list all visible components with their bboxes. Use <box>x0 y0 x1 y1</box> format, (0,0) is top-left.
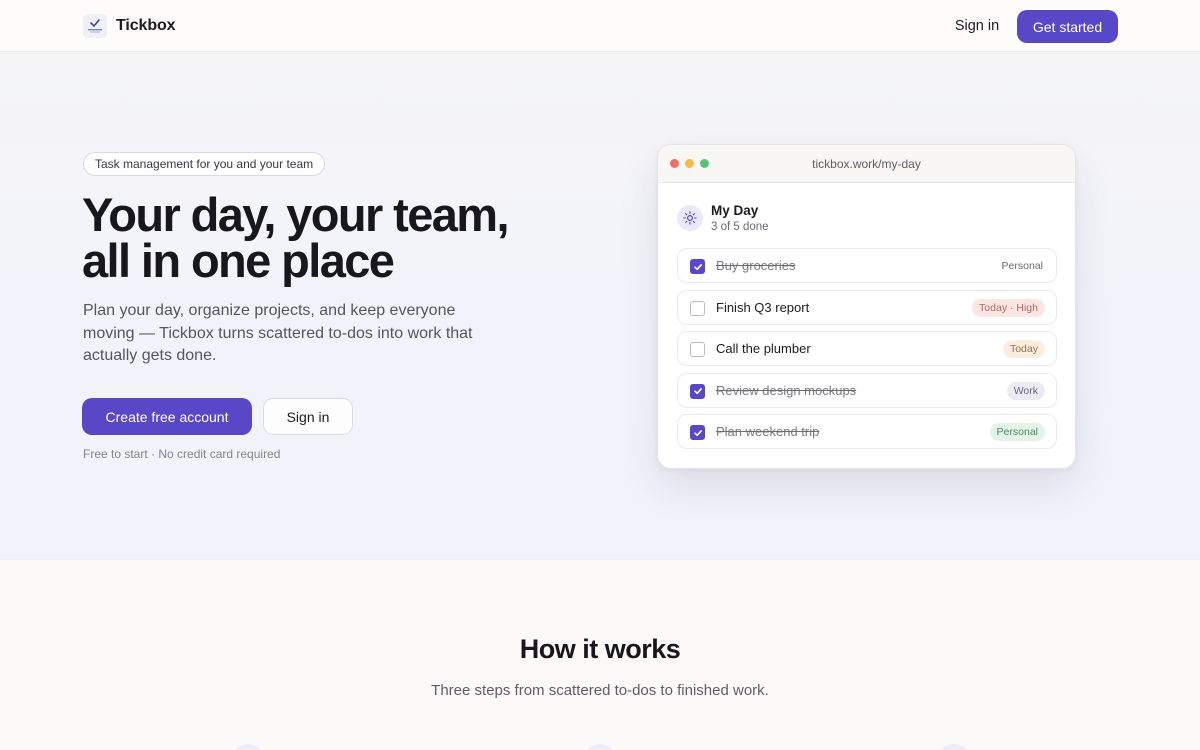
task-label: Call the plumber <box>716 341 811 357</box>
list-progress: 3 of 5 done <box>711 221 769 233</box>
headline-line-1: Your day, your team, <box>82 188 510 241</box>
get-started-button[interactable]: Get started <box>1017 10 1118 43</box>
task-label: Review design mockups <box>716 382 857 398</box>
brand[interactable]: Tickbox <box>83 14 176 38</box>
task-tag: Personal <box>999 257 1045 275</box>
task-list: Buy groceries Personal Finish Q3 report … <box>677 248 1057 456</box>
sun-icon <box>677 205 703 231</box>
task-checkbox[interactable] <box>690 342 705 358</box>
task-tag: Today · High <box>972 298 1045 317</box>
window-titlebar: tickbox.work/my-day <box>658 145 1075 183</box>
my-day-header: My Day 3 of 5 done <box>677 203 769 235</box>
task-tag: Work <box>1006 381 1045 400</box>
checkmark-icon <box>693 388 702 395</box>
task-checkbox[interactable] <box>690 300 705 316</box>
tickbox-logo-icon <box>83 14 107 38</box>
task-checkbox[interactable] <box>690 425 705 441</box>
hero-signin-button[interactable]: Sign in <box>263 398 353 435</box>
brand-name: Tickbox <box>116 17 176 34</box>
hero-badge: Task management for you and your team <box>83 152 326 176</box>
how-it-works-title: How it works <box>519 634 681 664</box>
list-title: My Day <box>711 203 759 218</box>
hero-subcopy: Plan your day, organize projects, and ke… <box>83 302 473 364</box>
step-3-icon <box>937 744 971 750</box>
window-url: tickbox.work/my-day <box>812 157 921 171</box>
create-account-button[interactable]: Create free account <box>82 398 252 435</box>
hero-section: Task management for you and your team Yo… <box>0 52 1200 560</box>
task-label: Buy groceries <box>716 258 796 273</box>
step-1-icon <box>231 744 265 750</box>
top-nav: Tickbox Sign in Get started <box>0 0 1200 52</box>
how-it-works-subtitle: Three steps from scattered to-dos to fin… <box>431 682 769 699</box>
task-label: Plan weekend trip <box>716 424 820 440</box>
task-row[interactable]: Buy groceries Personal <box>677 248 1057 283</box>
checkmark-icon <box>693 429 702 436</box>
headline-line-2: all in one place <box>82 234 395 287</box>
task-checkbox[interactable] <box>690 259 705 274</box>
task-label: Finish Q3 report <box>716 299 810 315</box>
task-checkbox[interactable] <box>690 383 705 399</box>
step-2-icon <box>583 744 617 750</box>
task-row[interactable]: Plan weekend trip Personal <box>677 414 1057 450</box>
hero-headline: Your day, your team, all in one place <box>82 188 552 287</box>
checkmark-icon <box>693 263 702 270</box>
task-row[interactable]: Finish Q3 report Today · High <box>677 289 1057 325</box>
task-row[interactable]: Call the plumber Today <box>677 331 1057 367</box>
task-tag: Personal <box>989 423 1045 442</box>
nav-signin-link[interactable]: Sign in <box>943 15 1011 37</box>
task-row[interactable]: Review design mockups Work <box>677 372 1057 408</box>
task-tag: Today <box>1002 340 1045 359</box>
app-preview-window: tickbox.work/my-day My Day 3 of 5 done B… <box>657 144 1076 469</box>
hero-fineprint: Free to start · No credit card required <box>83 447 281 461</box>
